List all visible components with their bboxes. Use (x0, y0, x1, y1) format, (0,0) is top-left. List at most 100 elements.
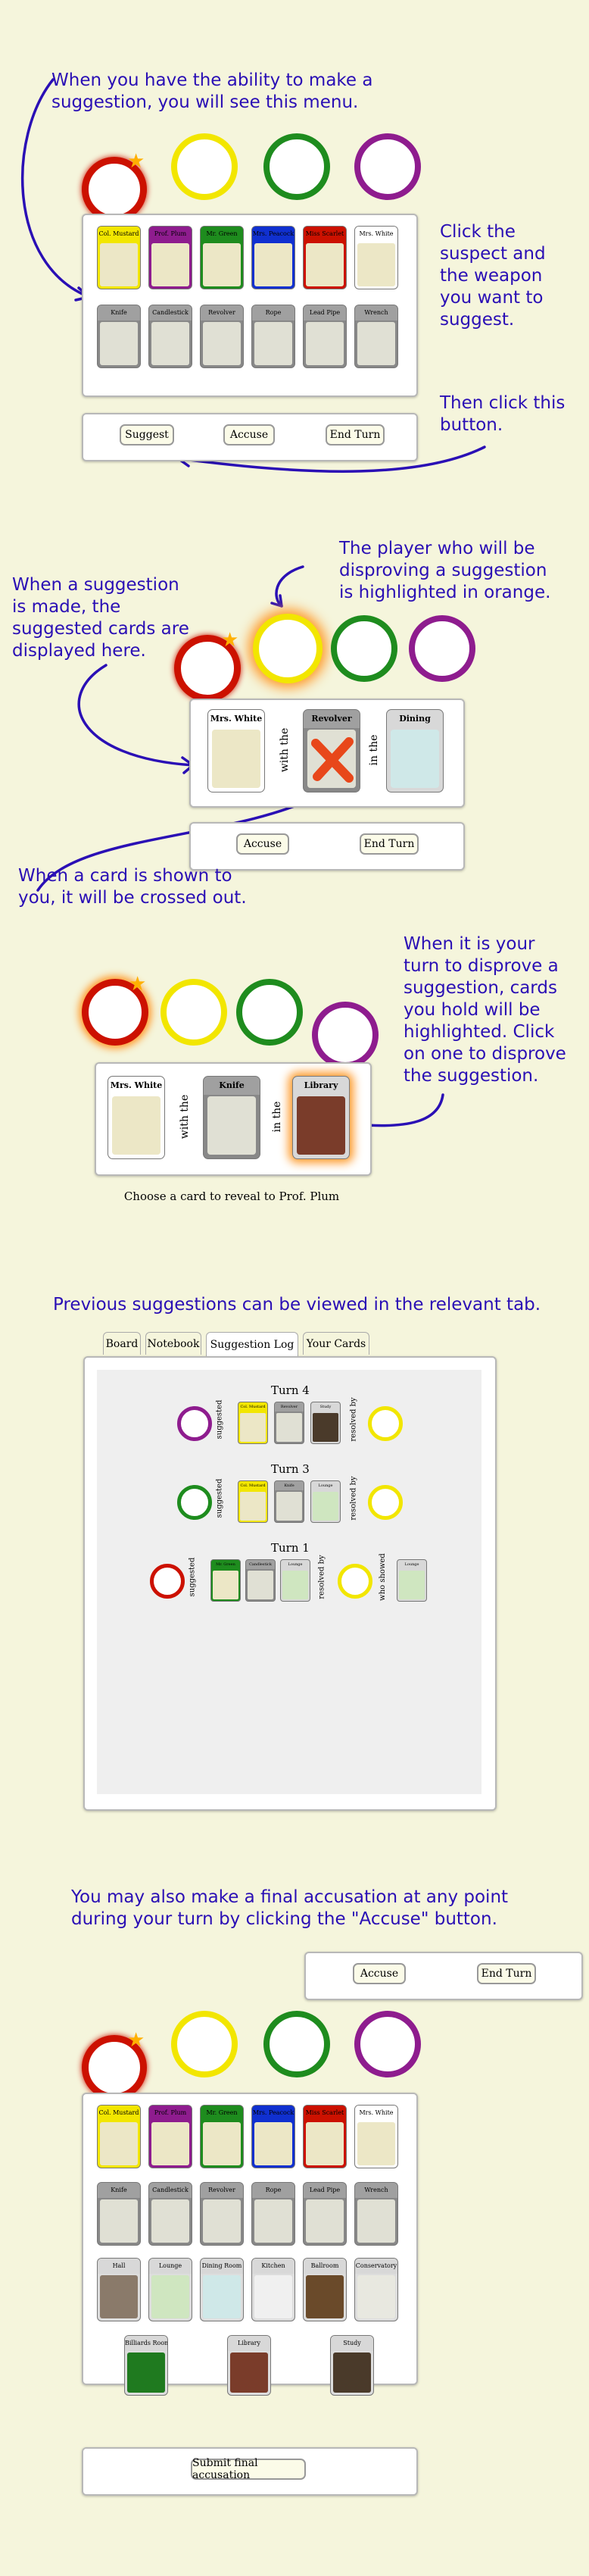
accuse-button[interactable]: Accuse (353, 1963, 406, 1984)
in-the-label: in the (368, 734, 380, 766)
card-prof-plum[interactable]: Prof. Plum (148, 226, 192, 289)
log-card-knife: Knife (274, 1480, 304, 1523)
accuse-button[interactable]: Accuse (236, 833, 289, 855)
action-button-panel-2 (189, 822, 465, 871)
log-who-showed-label: who showed (378, 1553, 387, 1601)
card-candlestick[interactable]: Candlestick (148, 2182, 192, 2246)
log-turn-3-heading: Turn 3 (271, 1462, 310, 1476)
card-mrs-white[interactable]: Mrs. White (354, 226, 398, 289)
end-turn-button[interactable]: End Turn (477, 1963, 536, 1984)
disprove-prompt: Choose a card to reveal to Prof. Plum (123, 1190, 340, 1203)
disprove-room-card-highlighted[interactable]: Library (292, 1076, 350, 1159)
suggest-button[interactable]: Suggest (120, 424, 174, 445)
card-col-mustard[interactable]: Col. Mustard (97, 2105, 141, 2168)
token-mr-green (236, 979, 303, 1046)
active-player-star-icon: ★ (127, 2029, 145, 2052)
token-col-mustard-highlighted (253, 614, 323, 683)
card-dining-room[interactable]: Dining Room (200, 2258, 244, 2321)
tab-your-cards[interactable]: Your Cards (303, 1332, 369, 1355)
card-rope[interactable]: Rope (251, 305, 295, 368)
card-miss-scarlet[interactable]: Miss Scarlet (303, 2105, 347, 2168)
card-miss-scarlet[interactable]: Miss Scarlet (303, 226, 347, 289)
card-study[interactable]: Study (330, 2335, 374, 2396)
tab-board[interactable]: Board (103, 1332, 141, 1355)
note-final-accusation: You may also make a final accusation at … (71, 1887, 509, 1929)
card-revolver[interactable]: Revolver (200, 2182, 244, 2246)
card-mr-green[interactable]: Mr. Green (200, 226, 244, 289)
card-mrs-peacock[interactable]: Mrs. Peacock (251, 226, 295, 289)
log-suggested-label: suggested (215, 1478, 224, 1518)
action-button-panel-3 (304, 1952, 583, 2000)
log-token-col-mustard (338, 1564, 372, 1599)
card-rope[interactable]: Rope (251, 2182, 295, 2246)
suggested-weapon-card-crossed: Revolver (303, 709, 360, 792)
note-suggested-cards: When a suggestion is made, the suggested… (12, 575, 189, 661)
log-resolved-by-label: resolved by (317, 1555, 326, 1599)
token-col-mustard (171, 2011, 238, 2077)
card-mrs-peacock[interactable]: Mrs. Peacock (251, 2105, 295, 2168)
card-revolver[interactable]: Revolver (200, 305, 244, 368)
submit-final-accusation-button[interactable]: Submit final accusation (191, 2457, 306, 2481)
card-billiards-room[interactable]: Billiards Room (124, 2335, 168, 2396)
with-the-label: with the (279, 727, 291, 773)
note-click-button: Then click this button. (440, 393, 566, 435)
log-card-col-mustard: Col. Mustard (238, 1480, 268, 1523)
log-card-col-mustard: Col. Mustard (238, 1402, 268, 1444)
card-library[interactable]: Library (227, 2335, 271, 2396)
log-token-mr-green (177, 1485, 212, 1520)
note-click-suspect: Click the suspect and the weapon you wan… (440, 222, 546, 330)
log-resolved-by-label: resolved by (349, 1476, 358, 1521)
card-candlestick[interactable]: Candlestick (148, 305, 192, 368)
card-conservatory[interactable]: Conservatory (354, 2258, 398, 2321)
log-card-study: Study (310, 1402, 341, 1444)
token-col-mustard (160, 979, 227, 1046)
log-card-mr-green: Mr. Green (210, 1559, 241, 1602)
log-token-miss-scarlet (150, 1564, 185, 1599)
card-knife[interactable]: Knife (97, 305, 141, 368)
with-the-label: with the (179, 1094, 191, 1140)
tab-suggestion-log[interactable]: Suggestion Log (206, 1332, 298, 1356)
card-kitchen[interactable]: Kitchen (251, 2258, 295, 2321)
accuse-button[interactable]: Accuse (223, 424, 275, 445)
log-card-lounge: Lounge (310, 1480, 341, 1523)
token-prof-plum (312, 1002, 379, 1068)
active-player-star-icon: ★ (129, 973, 147, 996)
card-mrs-white[interactable]: Mrs. White (354, 2105, 398, 2168)
card-mr-green[interactable]: Mr. Green (200, 2105, 244, 2168)
log-turn-1-heading: Turn 1 (271, 1541, 310, 1555)
card-lounge[interactable]: Lounge (148, 2258, 192, 2321)
log-token-prof-plum (177, 1406, 212, 1441)
card-wrench[interactable]: Wrench (354, 305, 398, 368)
active-player-star-icon: ★ (127, 150, 145, 173)
log-token-col-mustard (368, 1485, 403, 1520)
log-card-lounge: Lounge (280, 1559, 310, 1602)
token-mr-green (263, 2011, 330, 2077)
card-prof-plum[interactable]: Prof. Plum (148, 2105, 192, 2168)
tab-notebook[interactable]: Notebook (145, 1332, 201, 1355)
end-turn-button[interactable]: End Turn (360, 833, 419, 855)
card-lead-pipe[interactable]: Lead Pipe (303, 305, 347, 368)
log-card-candlestick: Candlestick (245, 1559, 276, 1602)
active-player-star-icon: ★ (221, 629, 239, 652)
log-suggested-label: suggested (215, 1399, 224, 1440)
disprove-weapon-card: Knife (203, 1076, 260, 1159)
token-prof-plum (409, 615, 475, 682)
end-turn-button[interactable]: End Turn (326, 424, 385, 445)
note-crossed-out: When a card is shown to you, it will be … (18, 866, 247, 908)
note-suggestion-menu: When you have the ability to make a sugg… (51, 70, 373, 112)
card-col-mustard[interactable]: Col. Mustard (97, 226, 141, 289)
card-ballroom[interactable]: Ballroom (303, 2258, 347, 2321)
log-card-lounge-shown: Lounge (397, 1559, 427, 1602)
token-prof-plum (354, 2011, 421, 2077)
card-lead-pipe[interactable]: Lead Pipe (303, 2182, 347, 2246)
log-suggested-label: suggested (188, 1557, 197, 1597)
note-disprove-turn: When it is your turn to disprove a sugge… (404, 934, 566, 1086)
card-hall[interactable]: Hall (97, 2258, 141, 2321)
card-wrench[interactable]: Wrench (354, 2182, 398, 2246)
note-disprover-highlight: The player who will be disproving a sugg… (339, 539, 551, 602)
in-the-label: in the (271, 1101, 283, 1133)
tab-bar: Board Notebook Suggestion Log Your Cards (98, 1332, 386, 1356)
token-mr-green (331, 615, 397, 682)
card-knife[interactable]: Knife (97, 2182, 141, 2246)
crossed-out-icon (311, 737, 354, 783)
